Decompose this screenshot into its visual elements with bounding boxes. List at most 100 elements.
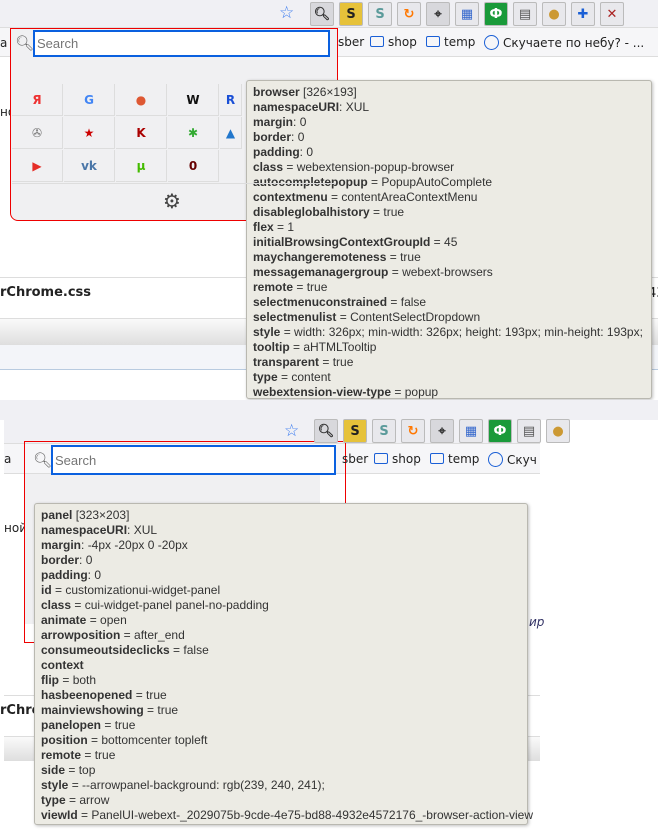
attr-name: flip <box>41 673 59 687</box>
bookmark-item[interactable]: shop <box>374 452 421 466</box>
attr-sep: = <box>169 643 184 657</box>
s-teal-icon[interactable]: S <box>368 2 392 26</box>
attr-name: class <box>41 598 72 612</box>
attr-name: maychangeremoteness <box>253 250 387 264</box>
puzzle-icon[interactable]: ✚ <box>571 2 595 26</box>
search-engine-stars[interactable]: ✱ <box>168 117 219 149</box>
tooltip-line: position = bottomcenter topleft <box>41 733 521 748</box>
file-name[interactable]: rChrome.css <box>0 285 91 300</box>
tooltip-line: initialBrowsingContextGroupId = 45 <box>253 235 645 250</box>
attr-value: aHTMLTooltip <box>303 340 377 354</box>
s-red-icon[interactable]: S <box>339 2 363 26</box>
tooltip-line: selectmenulist = ContentSelectDropdown <box>253 310 645 325</box>
attr-sep: = <box>65 793 80 807</box>
s-teal-icon[interactable]: S <box>372 419 396 443</box>
search-engine-r-engine[interactable]: R <box>220 84 242 116</box>
server-icon[interactable]: ▤ <box>513 2 537 26</box>
tooltip-line: messagemanagergroup = webext-browsers <box>253 265 645 280</box>
bookmark-item[interactable]: sber <box>338 35 364 49</box>
tooltip-line: mainviewshowing = true <box>41 703 521 718</box>
attr-sep: = <box>71 598 85 612</box>
attr-sep: = <box>143 703 158 717</box>
search-icon: 🔍︎ <box>15 34 35 52</box>
attr-sep: : <box>291 130 298 144</box>
bookmark-item[interactable]: temp <box>426 35 475 49</box>
attr-sep: = <box>81 748 95 762</box>
attr-sep: = <box>51 583 66 597</box>
attr-sep: = <box>65 763 79 777</box>
attr-name: viewId <box>41 808 78 822</box>
green-app-icon[interactable]: Ф <box>488 419 512 443</box>
attr-name: type <box>41 793 66 807</box>
attr-sep: = <box>289 340 304 354</box>
search-engine-blue-engine[interactable]: ▲ <box>220 117 242 149</box>
attr-value: arrow <box>79 793 110 807</box>
calendar-icon[interactable]: ▦ <box>459 419 483 443</box>
attr-sep: = <box>387 295 401 309</box>
cookie-icon[interactable]: ● <box>546 419 570 443</box>
attr-value: -4px -20px 0 -20px <box>87 538 188 552</box>
bookmark-label: temp <box>444 35 476 49</box>
attr-value: 0 <box>306 145 314 159</box>
attr-value: --arrowpanel-background: rgb(239, 240, 2… <box>82 778 325 792</box>
search-engine-youtube[interactable]: ▶ <box>12 150 63 182</box>
crosshair-icon[interactable]: ⌖ <box>430 419 454 443</box>
search-engine-wikipedia[interactable]: W <box>168 84 219 116</box>
attr-value: 45 <box>444 235 458 249</box>
cookie-icon[interactable]: ● <box>542 2 566 26</box>
search-engine-yandex[interactable]: Я <box>12 84 63 116</box>
attr-value: [323×203] <box>75 508 130 522</box>
attr-sep: = <box>369 205 384 219</box>
search-engine-google[interactable]: G <box>64 84 115 116</box>
attr-name: margin <box>41 538 82 552</box>
magnifier-icon[interactable]: 🔍︎ <box>314 419 338 443</box>
attr-name: style <box>253 325 281 339</box>
calendar-icon[interactable]: ▦ <box>455 2 479 26</box>
search-engine-film-reel[interactable]: ✇ <box>12 117 63 149</box>
search-engine-duckduckgo[interactable]: ● <box>116 84 167 116</box>
settings-gear-icon[interactable]: ⚙ <box>163 189 181 213</box>
s-red-icon[interactable]: S <box>343 419 367 443</box>
attr-value: width: 326px; min-width: 326px; height: … <box>294 325 643 339</box>
tooltip-line: style = width: 326px; min-width: 326px; … <box>253 325 645 340</box>
search-engine-soviet[interactable]: ★ <box>64 117 115 149</box>
tooltip-line: hasbeenopened = true <box>41 688 521 703</box>
magnifier-icon[interactable]: 🔍︎ <box>310 2 334 26</box>
search-input[interactable] <box>51 445 336 475</box>
attr-name: margin <box>253 115 294 129</box>
tools-icon[interactable]: ✕ <box>600 2 624 26</box>
tooltip-line: consumeoutsideclicks = false <box>41 643 521 658</box>
search-engine-kinopoisk[interactable]: K <box>116 117 167 149</box>
folder-icon <box>430 453 444 464</box>
attr-name: panelopen <box>41 718 102 732</box>
star-bookmark-icon[interactable]: ☆ <box>284 421 299 441</box>
attr-value: PopupAutoComplete <box>381 175 493 189</box>
search-engine-dark-o[interactable]: 0 <box>168 150 219 182</box>
server-icon[interactable]: ▤ <box>517 419 541 443</box>
search-input[interactable] <box>33 30 330 57</box>
search-engine-vk[interactable]: vk <box>64 150 115 182</box>
attr-sep: = <box>327 190 342 204</box>
sync-icon[interactable]: ↻ <box>397 2 421 26</box>
crosshair-icon[interactable]: ⌖ <box>426 2 450 26</box>
attr-value: XUL <box>133 523 158 537</box>
attr-value: true <box>146 688 167 702</box>
bookmark-item[interactable]: shop <box>370 35 417 49</box>
bookmark-item[interactable]: Скучаете по небу? - ... <box>484 35 644 50</box>
tooltip-line: namespaceURI: XUL <box>41 523 521 538</box>
bookmark-item[interactable]: temp <box>430 452 479 466</box>
star-bookmark-icon[interactable]: ☆ <box>279 3 294 23</box>
attr-sep: = <box>280 325 295 339</box>
bookmark-item[interactable]: Скуч <box>488 452 537 467</box>
sync-icon[interactable]: ↻ <box>401 419 425 443</box>
tooltip-line: panel [323×203] <box>41 508 521 523</box>
green-app-icon[interactable]: Ф <box>484 2 508 26</box>
tooltip-line: contextmenu = contentAreaContextMenu <box>253 190 645 205</box>
tooltip-line: class = cui-widget-panel panel-no-paddin… <box>41 598 521 613</box>
bookmark-label: Скучаете по небу? - ... <box>503 36 645 50</box>
search-engine-utorrent[interactable]: µ <box>116 150 167 182</box>
attr-value: 0 <box>85 553 93 567</box>
bookmark-item[interactable]: sber <box>342 452 368 466</box>
attr-sep: = <box>132 688 147 702</box>
attr-sep: = <box>87 733 102 747</box>
